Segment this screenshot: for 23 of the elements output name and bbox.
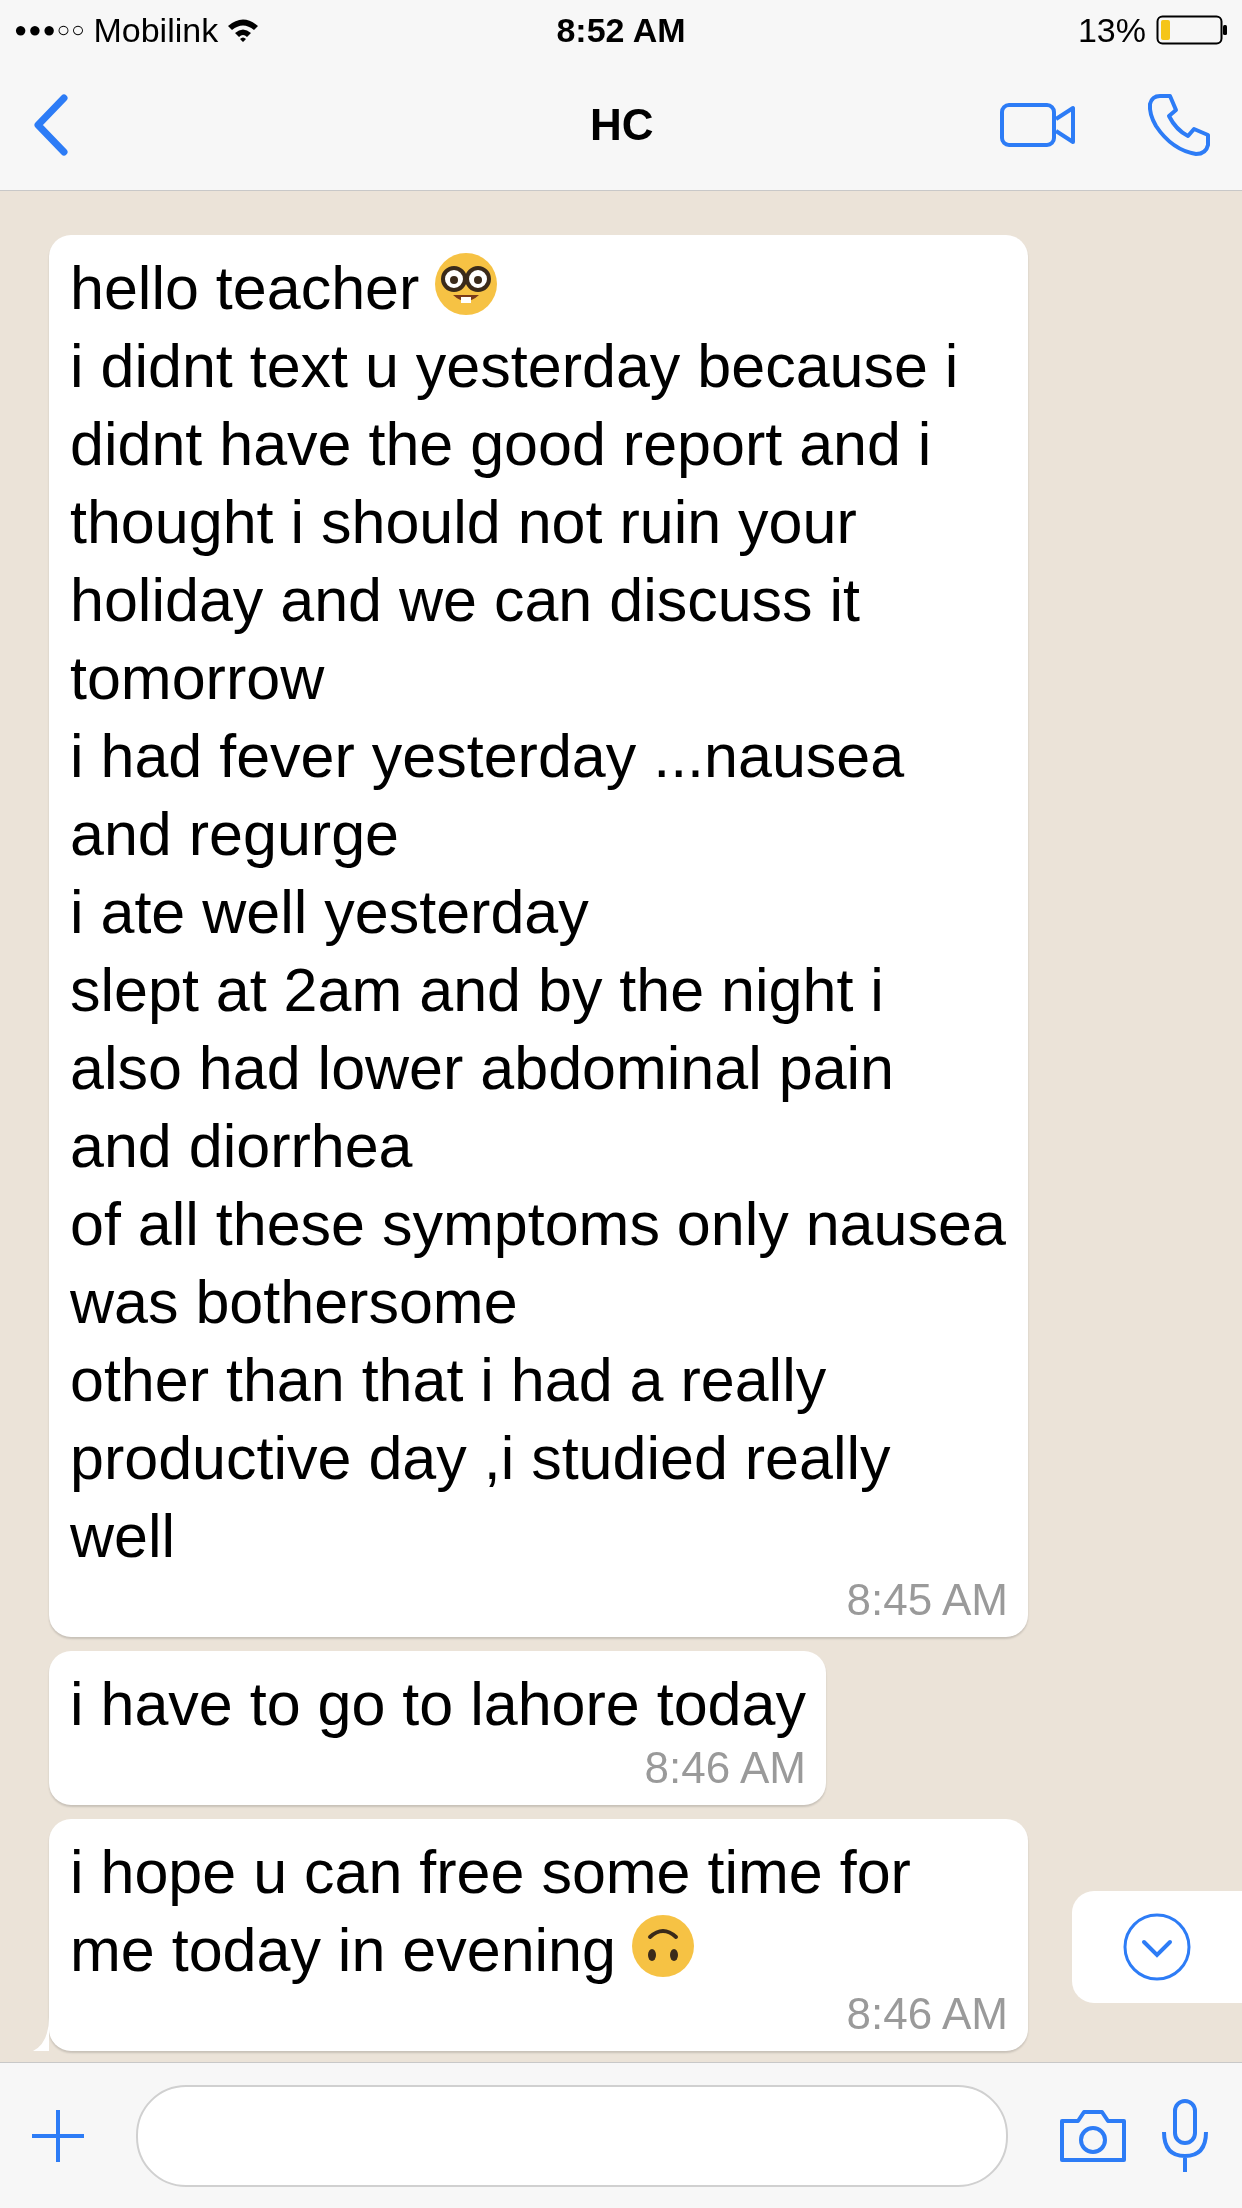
message-time: 8:45 AM [845, 1575, 1008, 1625]
video-call-icon[interactable] [1000, 103, 1076, 147]
wifi-icon [226, 17, 261, 43]
chevron-down-icon [1122, 1912, 1192, 1982]
message-text: hello teacher [70, 249, 1008, 327]
message-text: other than that i had a really productive day ,i studied really well [70, 1345, 892, 1572]
message-text: i ate well yesterday [70, 877, 590, 948]
message-time: 8:46 AM [643, 1743, 806, 1793]
message-text: i hope u can free some time for me today in evening [70, 1837, 912, 1986]
signal-strength: ●●●○○ [14, 17, 86, 43]
battery-icon [1156, 15, 1228, 45]
nerd-face-icon [433, 251, 500, 317]
status-time: 8:52 AM [556, 10, 686, 50]
message-text: i have to go to lahore today [70, 1669, 806, 1740]
carrier-name: Mobilink [93, 10, 219, 50]
message-time: 8:46 AM [845, 1989, 1008, 2039]
plus-icon[interactable] [30, 2107, 86, 2164]
phone-icon[interactable] [1146, 92, 1212, 158]
upside-down-face-icon [629, 1913, 696, 1979]
battery-percent: 13% [1077, 10, 1146, 50]
scroll-down-button[interactable] [1072, 1891, 1242, 2003]
camera-icon[interactable] [1058, 2108, 1128, 2163]
chat-title[interactable]: HC [590, 100, 1000, 150]
